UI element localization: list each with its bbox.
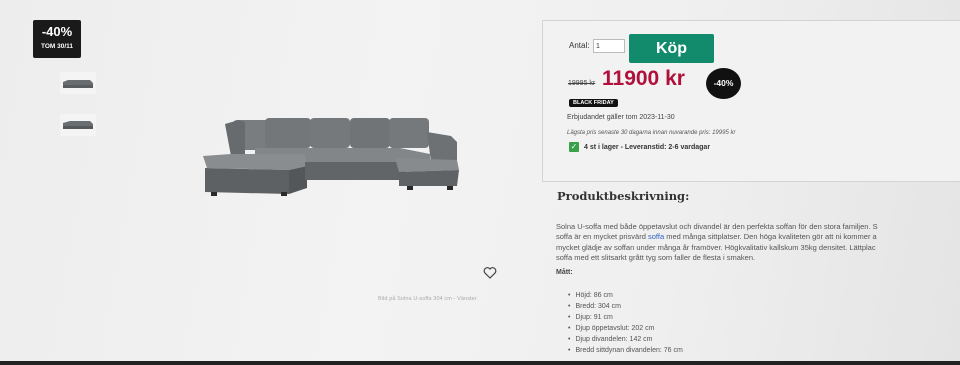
sofa-thumbnail-2[interactable] xyxy=(60,114,96,136)
buy-button[interactable]: Köp xyxy=(629,34,714,63)
bullet-icon: • xyxy=(568,325,571,332)
sale-price: 11900 kr xyxy=(602,67,685,90)
description-text: soffa är en mycket prisvärd xyxy=(556,232,648,241)
soffa-link[interactable]: soffa xyxy=(648,232,664,241)
bullet-icon: • xyxy=(568,292,571,299)
list-item: • Djup: 91 cm xyxy=(568,312,683,323)
quantity-label: Antal: xyxy=(569,41,590,50)
image-caption: Bild på Solna U-soffa 304 cm - Vänster xyxy=(378,296,477,302)
bullet-icon: • xyxy=(568,314,571,321)
stock-status: 4 st i lager - Leveranstid: 2-6 vardagar xyxy=(584,144,711,151)
quantity-input[interactable] xyxy=(593,39,625,53)
spec-text: Höjd: 86 cm xyxy=(575,292,613,299)
description-line-3: mycket glädje av soffan under många år f… xyxy=(556,243,876,252)
offer-validity: Erbjudandet gäller tom 2023-11-30 xyxy=(567,114,675,121)
old-price: 19995 kr xyxy=(568,80,596,87)
bullet-icon: • xyxy=(568,347,571,354)
bullet-icon: • xyxy=(568,336,571,343)
discount-badge-percent: -40% xyxy=(41,24,73,39)
description-line-2: soffa är en mycket prisvärd soffa med må… xyxy=(556,232,877,241)
description-line-1: Solna U-soffa med både öppetavslut och d… xyxy=(556,222,878,231)
list-item: • Bredd: 304 cm xyxy=(568,301,683,312)
discount-round-badge: -40% xyxy=(706,68,741,99)
spec-text: Djup divandelen: 142 cm xyxy=(575,336,653,343)
dimensions-label: Mått: xyxy=(556,269,573,276)
heart-icon[interactable] xyxy=(483,266,497,280)
description-title: Produktbeskrivning: xyxy=(557,189,690,203)
discount-badge: -40% TOM 30/11 xyxy=(33,20,81,58)
sofa-thumbnail-1[interactable] xyxy=(60,72,96,94)
list-item: • Djup öppetavslut: 202 cm xyxy=(568,323,683,334)
checkmark-icon: ✓ xyxy=(569,142,579,152)
black-friday-badge: BLACK FRIDAY xyxy=(569,99,618,107)
spec-text: Djup: 91 cm xyxy=(575,314,613,321)
spec-text: Bredd: 304 cm xyxy=(575,303,621,310)
list-item: • Bredd sittdynan divandelen: 76 cm xyxy=(568,345,683,356)
lowest-price-note: Lägsta pris senaste 30 dagarna innan nuv… xyxy=(567,130,736,136)
discount-badge-until: TOM 30/11 xyxy=(40,43,74,50)
screen-bezel xyxy=(0,361,960,365)
spec-text: Djup öppetavslut: 202 cm xyxy=(575,325,655,332)
list-item: • Djup divandelen: 142 cm xyxy=(568,334,683,345)
bullet-icon: • xyxy=(568,303,571,310)
description-text: med många sittplatser. Den höga kvalitet… xyxy=(664,232,877,241)
description-line-4: soffa med ett slitsarkt grått tyg som fa… xyxy=(556,253,756,262)
list-item: • Höjd: 86 cm xyxy=(568,290,683,301)
sofa-product-image xyxy=(203,118,459,196)
dimensions-list: • Höjd: 86 cm • Bredd: 304 cm • Djup: 91 cm… xyxy=(568,290,683,356)
spec-text: Bredd sittdynan divandelen: 76 cm xyxy=(575,347,683,354)
